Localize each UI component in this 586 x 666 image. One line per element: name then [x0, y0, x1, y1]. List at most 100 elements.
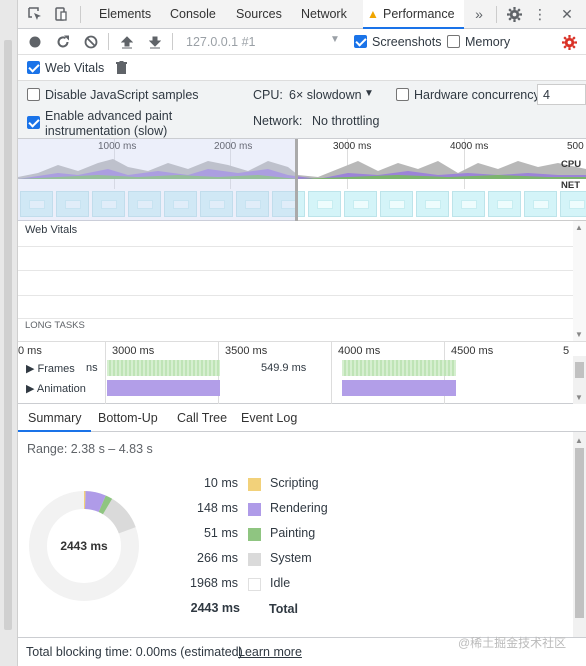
animation-track-toggle[interactable]: ▶ Animation [26, 382, 86, 395]
advanced-paint-checkbox[interactable] [27, 116, 40, 129]
overview-tick: 500 [567, 141, 584, 152]
frames-label: Frames [37, 363, 75, 375]
screenshots-label: Screenshots [372, 35, 442, 49]
advanced-paint-label-2: instrumentation (slow) [45, 124, 168, 138]
hardware-concurrency-checkbox[interactable] [396, 88, 409, 101]
overview-selection-window[interactable] [18, 139, 298, 221]
disable-js-samples-label: Disable JavaScript samples [45, 88, 199, 102]
legend-swatch [248, 478, 261, 491]
long-tasks-label: LONG TASKS [25, 320, 85, 331]
legend-ms: 1968 ms [190, 576, 238, 590]
reload-record-icon[interactable] [54, 33, 72, 51]
more-options-icon[interactable]: ⋮ [531, 5, 549, 23]
tab-sources[interactable]: Sources [236, 0, 282, 29]
web-vitals-label: Web Vitals [45, 61, 105, 75]
timeline-tick: 4500 ms [451, 345, 494, 357]
load-profile-icon[interactable] [118, 33, 136, 51]
total-ms: 2443 ms [190, 601, 240, 615]
recording-select-arrow-icon[interactable]: ▼ [330, 34, 340, 45]
footer-bar: Total blocking time: 0.00ms (estimated) … [18, 636, 586, 666]
watermark-text: @稀土掘金技术社区 [458, 636, 567, 650]
tab-network[interactable]: Network [301, 0, 347, 29]
timeline-tick: 3000 ms [112, 345, 155, 357]
tab-elements[interactable]: Elements [99, 0, 151, 29]
legend-swatch [248, 578, 261, 591]
more-tabs-icon[interactable]: » [470, 5, 488, 23]
left-panel-scrollbar[interactable] [0, 0, 18, 666]
frames-track-toggle[interactable]: ▶ Frames [26, 362, 75, 375]
summary-panel: Range: 2.38 s – 4.83 s 2443 ms 10 ms Scri… [18, 432, 586, 637]
summary-scrollbar[interactable]: ▲ [573, 432, 586, 637]
overview-tick: 4000 ms [450, 141, 489, 152]
left-scroll-thumb[interactable] [4, 40, 12, 630]
overview-tick: 3000 ms [333, 141, 372, 152]
cpu-label: CPU: [253, 88, 283, 102]
tab-performance[interactable]: ▲ Performance [363, 0, 464, 29]
frame-duration: 549.9 ms [261, 362, 307, 374]
legend-ms: 266 ms [197, 551, 238, 565]
separator [496, 6, 497, 23]
main-timeline[interactable]: 0 ms 3000 ms 3500 ms 4000 ms 4500 ms 5 ▶… [18, 342, 586, 404]
frames-unit: ns [86, 362, 98, 374]
tab-event-log[interactable]: Event Log [241, 404, 297, 432]
legend-swatch [248, 553, 261, 566]
memory-label: Memory [465, 35, 511, 49]
screenshots-checkbox[interactable] [354, 35, 367, 48]
summary-pie-chart: 2443 ms [29, 490, 139, 601]
memory-checkbox[interactable] [447, 35, 460, 48]
animation-bar[interactable] [107, 380, 220, 396]
record-icon[interactable] [26, 33, 44, 51]
recording-select[interactable]: 127.0.0.1 #1 [186, 35, 256, 49]
clear-icon[interactable] [82, 33, 100, 51]
devtools-tabbar: Elements Console Sources Network ▲ Perfo… [18, 0, 586, 29]
legend-ms: 148 ms [197, 501, 238, 515]
trash-icon[interactable] [112, 58, 130, 76]
network-throttling-select[interactable]: No throttling [312, 114, 379, 128]
total-row: 2443 ms [178, 601, 278, 619]
inspect-element-icon[interactable] [26, 5, 44, 23]
legend-row-rendering: 148 ms Rendering [178, 501, 578, 519]
legend-row-idle: 1968 ms Idle [178, 576, 578, 594]
capture-settings-gear-icon[interactable] [560, 33, 578, 51]
cpu-throttling-select[interactable]: 6× slowdown [289, 88, 362, 102]
frames-bar[interactable] [342, 360, 456, 376]
timeline-overview[interactable]: 1000 ms 2000 ms 3000 ms 4000 ms 500 CPU … [18, 139, 586, 221]
range-text: Range: 2.38 s – 4.83 s [27, 442, 153, 456]
web-vitals-title: Web Vitals [25, 224, 78, 236]
pie-center-total: 2443 ms [60, 539, 108, 553]
tab-summary[interactable]: Summary [18, 404, 92, 432]
legend-label: Painting [270, 526, 316, 540]
cpu-label: CPU [561, 159, 582, 170]
settings-gear-icon[interactable] [505, 5, 523, 23]
warning-icon: ▲ [367, 7, 379, 21]
disable-js-samples-checkbox[interactable] [27, 88, 40, 101]
device-toolbar-icon[interactable] [52, 5, 70, 23]
timeline-tick: 4000 ms [338, 345, 381, 357]
timeline-scrollbar[interactable]: ▼ [573, 356, 586, 404]
total-label: Total [269, 602, 298, 616]
legend-row-system: 266 ms System [178, 551, 578, 569]
animation-label: Animation [36, 383, 86, 395]
legend-row-scripting: 10 ms Scripting [178, 476, 578, 494]
vitals-scrollbar[interactable]: ▲ ▼ [573, 221, 586, 341]
cpu-select-arrow-icon[interactable]: ▼ [364, 88, 374, 99]
web-vitals-checkbox[interactable] [27, 61, 40, 74]
tab-call-tree[interactable]: Call Tree [177, 404, 227, 432]
details-tabs: Summary Bottom-Up Call Tree Event Log [18, 404, 586, 432]
timeline-tick: 3500 ms [225, 345, 268, 357]
hardware-concurrency-label: Hardware concurrency [414, 88, 540, 102]
hardware-concurrency-input[interactable]: 4 [537, 84, 586, 105]
legend-swatch [248, 528, 261, 541]
tab-console[interactable]: Console [170, 0, 216, 29]
learn-more-link[interactable]: Learn more [238, 645, 302, 659]
legend-label: Rendering [270, 501, 328, 515]
performance-toolbar: 127.0.0.1 #1 ▼ Screenshots Memory [18, 29, 586, 55]
animation-bar[interactable] [342, 380, 456, 396]
close-icon[interactable]: ✕ [558, 5, 576, 23]
total-blocking-time: Total blocking time: 0.00ms (estimated) [26, 645, 243, 659]
frames-bar[interactable] [107, 360, 220, 376]
save-profile-icon[interactable] [146, 33, 164, 51]
web-vitals-row: Web Vitals [18, 55, 586, 81]
tab-bottom-up[interactable]: Bottom-Up [98, 404, 158, 432]
legend-swatch [248, 503, 261, 516]
